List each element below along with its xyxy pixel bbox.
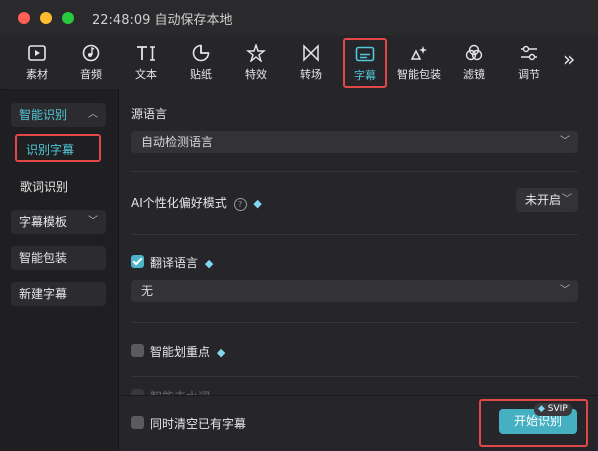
toolbar: 素材 音频 文本 贴纸 特效 转场 字幕 智能包装 滤镜 调节 » bbox=[0, 35, 598, 90]
media-icon bbox=[28, 45, 46, 61]
diamond-icon: ◆ bbox=[538, 404, 545, 414]
sidebar-item-smart-pack[interactable]: 智能包装 bbox=[11, 246, 106, 270]
chevron-down-icon: ﹀ bbox=[562, 194, 572, 205]
divider bbox=[131, 376, 578, 377]
tool-smart-pack[interactable]: 智能包装 bbox=[394, 39, 444, 85]
tool-audio[interactable]: 音频 bbox=[66, 39, 116, 85]
close-window-button[interactable] bbox=[18, 12, 30, 24]
sidebar-item-lyrics[interactable]: 歌词识别 bbox=[20, 178, 68, 195]
translate-language-select[interactable]: 无 ﹀ bbox=[131, 280, 578, 302]
highlight-checkbox[interactable] bbox=[131, 344, 144, 357]
sidebar-group-subtitle-templates[interactable]: 字幕模板 ﹀ bbox=[11, 210, 106, 234]
translate-label: 翻译语言 ◆ bbox=[150, 256, 214, 270]
help-icon[interactable]: ? bbox=[233, 198, 247, 211]
effects-icon bbox=[246, 44, 266, 62]
tool-subtitle[interactable]: 字幕 bbox=[343, 38, 387, 88]
autosave-status: 22:48:09 自动保存本地 bbox=[92, 13, 233, 28]
more-tools-button[interactable]: » bbox=[563, 47, 575, 71]
ai-preference-select[interactable]: 未开启 ﹀ bbox=[516, 188, 578, 212]
source-language-label: 源语言 bbox=[131, 107, 168, 121]
audio-icon bbox=[82, 44, 100, 62]
chevron-down-icon: ﹀ bbox=[560, 285, 570, 296]
tool-media[interactable]: 素材 bbox=[12, 39, 62, 85]
divider bbox=[131, 234, 578, 235]
sidebar-item-recognize-subtitles[interactable]: 识别字幕 bbox=[15, 134, 101, 162]
source-language-select[interactable]: 自动检测语言 ﹀ bbox=[131, 131, 578, 153]
tool-filter[interactable]: 滤镜 bbox=[449, 39, 499, 85]
diamond-icon: ◆ bbox=[204, 257, 214, 270]
subtitle-icon bbox=[355, 46, 375, 62]
chevron-down-icon: ﹀ bbox=[560, 136, 570, 147]
ai-preference-label: AI个性化偏好模式 ? ◆ bbox=[131, 196, 262, 211]
text-icon bbox=[137, 46, 155, 61]
filter-icon bbox=[465, 44, 483, 61]
diamond-icon: ◆ bbox=[216, 346, 226, 359]
divider bbox=[131, 322, 578, 323]
highlight-label: 智能划重点 ◆ bbox=[150, 345, 226, 359]
tool-transition[interactable]: 转场 bbox=[286, 39, 336, 85]
diamond-icon: ◆ bbox=[253, 197, 262, 210]
sidebar-group-smart-recognition[interactable]: 智能识别 ︿ bbox=[11, 103, 106, 127]
minimize-window-button[interactable] bbox=[40, 12, 52, 24]
adjust-icon bbox=[521, 45, 537, 61]
chevron-up-icon: ︿ bbox=[88, 109, 98, 120]
clear-existing-checkbox[interactable] bbox=[131, 416, 144, 429]
svip-badge: ◆ SVIP bbox=[534, 403, 572, 416]
chevron-down-icon: ﹀ bbox=[88, 216, 98, 227]
translate-checkbox[interactable] bbox=[131, 255, 144, 268]
title-bar: 22:48:09 自动保存本地 bbox=[0, 0, 598, 36]
transition-icon bbox=[303, 44, 319, 62]
divider bbox=[131, 171, 578, 172]
maximize-window-button[interactable] bbox=[62, 12, 74, 24]
tool-effects[interactable]: 特效 bbox=[231, 39, 281, 85]
sidebar-item-new-subtitle[interactable]: 新建字幕 bbox=[11, 282, 106, 306]
sticker-icon bbox=[192, 44, 210, 62]
tool-sticker[interactable]: 贴纸 bbox=[176, 39, 226, 85]
smart-pack-icon bbox=[410, 46, 427, 60]
tool-text[interactable]: 文本 bbox=[121, 39, 171, 85]
tool-adjust[interactable]: 调节 bbox=[504, 39, 554, 85]
clear-existing-label: 同时清空已有字幕 bbox=[150, 417, 247, 431]
